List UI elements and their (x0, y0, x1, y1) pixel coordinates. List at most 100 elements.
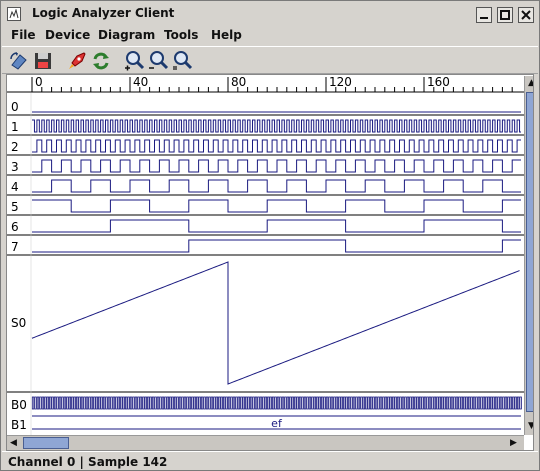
vertical-scroll-thumb[interactable] (526, 92, 533, 412)
bus-segment (362, 396, 365, 410)
zoom-reset-icon (173, 51, 193, 70)
bus-segment (441, 396, 444, 410)
bus-segment (320, 396, 324, 410)
toolbar (2, 46, 538, 74)
bus-segment (409, 396, 412, 410)
bus-segment (112, 396, 116, 410)
bus-segment (164, 396, 167, 410)
bus-segment (328, 396, 331, 410)
save-disk-icon (35, 53, 51, 69)
bus-segment (396, 396, 400, 410)
save-button[interactable] (32, 50, 54, 72)
bus-segment (379, 396, 383, 410)
menu-diagram[interactable]: Diagram (98, 28, 155, 42)
menu-help[interactable]: Help (211, 28, 242, 42)
bus-segment (406, 396, 410, 410)
channel-label: 5 (11, 200, 19, 214)
bus-segment (289, 396, 292, 410)
minimize-button[interactable] (476, 7, 492, 23)
channel-label: 2 (11, 140, 19, 154)
bus-segment (512, 396, 515, 410)
zoom-reset-button[interactable] (172, 50, 194, 72)
bus-segment (61, 396, 64, 410)
zoom-out-button[interactable] (148, 50, 170, 72)
bus-segment (63, 396, 67, 410)
zoom-in-button[interactable] (124, 50, 146, 72)
bus-segment (71, 396, 74, 410)
refresh-button[interactable] (90, 50, 112, 72)
bus-segment (318, 396, 321, 410)
menu-device[interactable]: Device (45, 28, 90, 42)
bus-segment (502, 396, 505, 410)
scroll-left-icon[interactable]: ◀ (10, 436, 17, 450)
close-button[interactable] (518, 7, 534, 23)
channel-waveform (32, 179, 521, 193)
bus-segment (303, 396, 307, 410)
bus-segment (196, 396, 199, 410)
bus-segment (49, 396, 52, 410)
bus-segment (115, 396, 118, 410)
application-window: Logic Analyzer Client File Device Diagra… (0, 0, 540, 471)
bus-segment (254, 396, 258, 410)
bus-segment (350, 396, 353, 410)
bus-segment (367, 396, 370, 410)
bus-segment (80, 396, 84, 410)
bus-segment (151, 396, 155, 410)
bus-segment (237, 396, 241, 410)
bus-segment (428, 396, 432, 410)
bus-segment (205, 396, 209, 410)
bus-segment (105, 396, 108, 410)
menu-tools[interactable]: Tools (164, 28, 198, 42)
bus-segment (276, 396, 280, 410)
bus-segment (485, 396, 488, 410)
bus-segment (296, 396, 299, 410)
bus-segment (514, 396, 517, 410)
bus-segment (438, 396, 441, 410)
bus-segment (191, 396, 194, 410)
vertical-scrollbar[interactable]: ▲ ▼ (524, 76, 533, 435)
bus-segment (431, 396, 434, 410)
bus-segment (365, 396, 368, 410)
bus-segment (68, 396, 71, 410)
horizontal-scrollbar[interactable]: ◀ ▶ (7, 435, 524, 450)
title-bar[interactable]: Logic Analyzer Client (2, 2, 538, 26)
channel-waveform (32, 159, 521, 173)
bus-segment (154, 396, 157, 410)
bus-segment (171, 396, 174, 410)
bus-segment (46, 396, 49, 410)
bus-segment (433, 396, 437, 410)
bus-segment (490, 396, 493, 410)
channel-waveform (32, 239, 521, 253)
refresh-icon (93, 52, 109, 70)
channel-label: 6 (11, 220, 19, 234)
diagram-panel[interactable]: 0 40 80 120 160 0 1 2 3 4 5 6 7 S0 B0 B1 ef ▲ ▼ ◀ ▶ (6, 74, 534, 451)
bus-segment (31, 396, 35, 410)
capture-button[interactable] (8, 50, 30, 72)
bus-segment (110, 396, 113, 410)
logic-diagram[interactable]: 0 40 80 120 160 0 1 2 3 4 5 6 7 S0 B0 B1 ef (7, 75, 524, 435)
bus-segment (173, 396, 177, 410)
bus-segment (252, 396, 255, 410)
scroll-right-icon[interactable]: ▶ (510, 436, 517, 450)
bus-segment (411, 396, 414, 410)
scroll-up-icon[interactable]: ▲ (528, 76, 533, 91)
channel-label: 1 (11, 120, 19, 134)
maximize-button[interactable] (497, 7, 513, 23)
channel-label: 0 (11, 100, 19, 114)
bus-segment (443, 396, 446, 410)
bus-segment (347, 396, 351, 410)
menu-file[interactable]: File (11, 28, 36, 42)
horizontal-scroll-thumb[interactable] (23, 437, 69, 449)
bus-segment (156, 396, 160, 410)
run-button[interactable] (66, 50, 88, 72)
bus-segment (340, 396, 343, 410)
bus-segment (73, 396, 76, 410)
bus-segment (39, 396, 42, 410)
scroll-down-icon[interactable]: ▼ (528, 419, 533, 434)
channel-waveform (32, 139, 521, 153)
bus-segment (494, 396, 498, 410)
maximize-icon (500, 10, 510, 20)
window-title: Logic Analyzer Client (32, 6, 175, 20)
bus-segment (127, 396, 130, 410)
bus-segment (227, 396, 231, 410)
